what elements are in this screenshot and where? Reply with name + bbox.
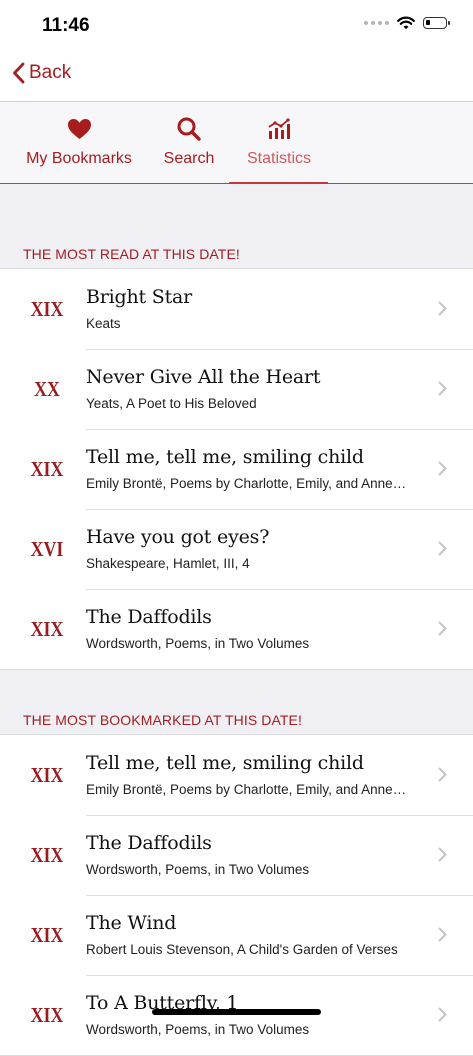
most-bookmarked-list: XIX Tell me, tell me, smiling child Emil… (0, 734, 473, 1056)
poem-title: The Wind (86, 912, 177, 934)
chevron-right-icon (438, 1007, 447, 1022)
list-item[interactable]: XIX Tell me, tell me, smiling child Emil… (0, 735, 473, 815)
poem-author: Yeats, A Poet to His Beloved (86, 396, 257, 411)
century-label: XIX (30, 616, 64, 641)
active-tab-indicator (229, 182, 328, 184)
battery-icon (423, 17, 450, 29)
poem-title: Never Give All the Heart (86, 366, 321, 388)
chevron-right-icon (438, 541, 447, 556)
poem-author: Wordsworth, Poems, in Two Volumes (86, 636, 310, 651)
century-label: XIX (30, 842, 64, 867)
list-item[interactable]: XIX The Daffodils Wordsworth, Poems, in … (0, 589, 473, 669)
most-read-list: XIX Bright Star Keats XX Never Give All … (0, 268, 473, 670)
status-time: 11:46 (42, 15, 90, 36)
heart-icon (67, 116, 92, 142)
tab-statistics[interactable]: Statistics (238, 102, 320, 183)
tab-label: Search (163, 150, 215, 167)
chevron-right-icon (438, 767, 447, 782)
poem-title: Tell me, tell me, smiling child (86, 752, 364, 774)
century-label: XIX (30, 456, 64, 481)
chevron-right-icon (438, 621, 447, 636)
chevron-right-icon (438, 381, 447, 396)
chevron-right-icon (438, 927, 447, 942)
poem-author: Wordsworth, Poems, in Two Volumes (86, 862, 310, 877)
status-bar: 11:46 (0, 0, 473, 50)
poem-title: Tell me, tell me, smiling child (86, 446, 364, 468)
poem-title: Have you got eyes? (86, 526, 270, 548)
status-icons (364, 16, 450, 30)
poem-author: Shakespeare, Hamlet, III, 4 (86, 556, 250, 571)
list-item[interactable]: XIX The Daffodils Wordsworth, Poems, in … (0, 815, 473, 895)
tab-bar: My Bookmarks Search Statistics (0, 102, 473, 184)
list-item[interactable]: XX Never Give All the Heart Yeats, A Poe… (0, 349, 473, 429)
tab-search[interactable]: Search (158, 102, 220, 183)
century-label: XIX (30, 296, 64, 321)
list-item[interactable]: XVI Have you got eyes? Shakespeare, Haml… (0, 509, 473, 589)
tab-label: My Bookmarks (26, 150, 132, 167)
tab-my-bookmarks[interactable]: My Bookmarks (22, 102, 136, 183)
chevron-left-icon (13, 62, 25, 84)
wifi-icon (397, 16, 415, 30)
century-label: XIX (30, 1002, 64, 1027)
home-indicator[interactable] (152, 1009, 321, 1015)
century-label: XIX (30, 922, 64, 947)
century-label: XIX (30, 762, 64, 787)
section-title: THE MOST READ AT THIS DATE! (23, 246, 240, 262)
navigation-bar: Back (0, 50, 473, 102)
section-title: THE MOST BOOKMARKED AT THIS DATE! (23, 712, 302, 728)
poem-author: Wordsworth, Poems, in Two Volumes (86, 1022, 310, 1037)
poem-title: The Daffodils (86, 832, 212, 854)
century-label: XVI (30, 536, 64, 561)
chart-icon (267, 116, 291, 142)
section-header-most-bookmarked: THE MOST BOOKMARKED AT THIS DATE! (0, 702, 473, 734)
poem-title: Bright Star (86, 286, 193, 308)
poem-author: Emily Brontë, Poems by Charlotte, Emily,… (86, 476, 407, 491)
list-item[interactable]: XIX The Wind Robert Louis Stevenson, A C… (0, 895, 473, 975)
tab-label: Statistics (246, 150, 311, 167)
search-icon (176, 116, 202, 142)
poem-author: Keats (86, 316, 121, 331)
poem-author: Emily Brontë, Poems by Charlotte, Emily,… (86, 782, 407, 797)
poem-title: The Daffodils (86, 606, 212, 628)
list-item[interactable]: XIX To A Butterfly, 1 Wordsworth, Poems,… (0, 975, 473, 1055)
signal-icon (364, 21, 389, 25)
poem-author: Robert Louis Stevenson, A Child's Garden… (86, 942, 398, 957)
list-item[interactable]: XIX Tell me, tell me, smiling child Emil… (0, 429, 473, 509)
century-label: XX (34, 376, 60, 401)
chevron-right-icon (438, 301, 447, 316)
section-header-most-read: THE MOST READ AT THIS DATE! (0, 236, 473, 268)
chevron-right-icon (438, 461, 447, 476)
list-item[interactable]: XIX Bright Star Keats (0, 269, 473, 349)
back-button[interactable]: Back (12, 62, 71, 84)
chevron-right-icon (438, 847, 447, 862)
back-label: Back (29, 62, 72, 83)
